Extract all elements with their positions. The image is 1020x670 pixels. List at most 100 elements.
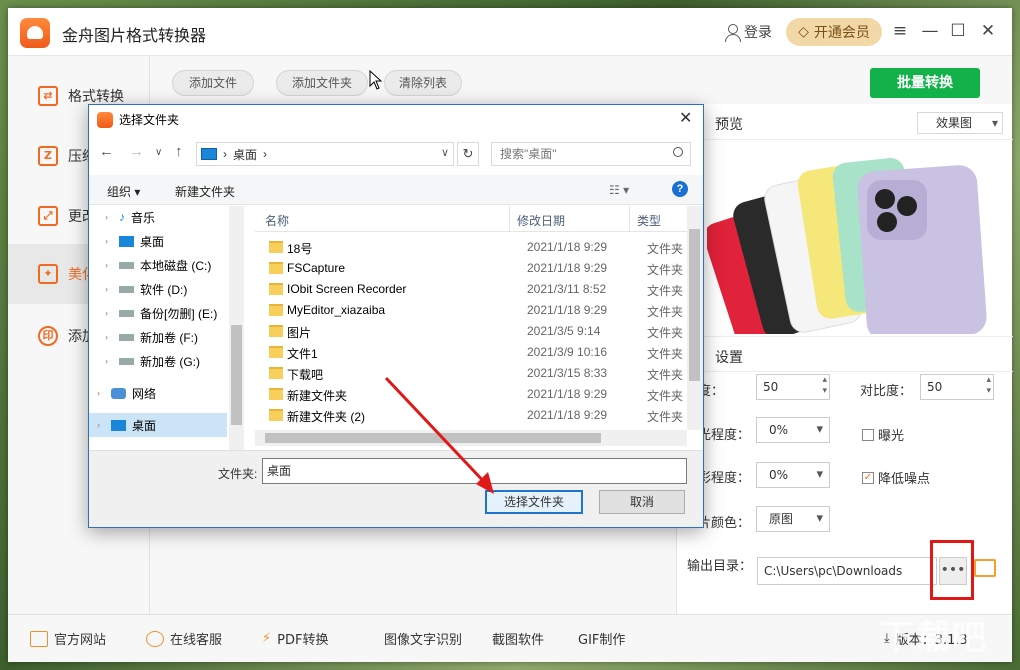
tree-item-desktop-root[interactable]: › 桌面 [97, 414, 217, 436]
footer: 官方网站 在线客服 ⚡ PDF转换 图像文字识别 截图软件 GIF制作 ⤓ 版本… [8, 614, 1012, 662]
add-folder-button[interactable]: 添加文件夹 [276, 70, 368, 96]
denoise-checkbox[interactable]: ✓ 降低噪点 [862, 468, 930, 487]
tree-item-drive-g[interactable]: › 新加卷 (G:) [105, 350, 225, 372]
tree-label: 软件 (D:) [140, 282, 188, 297]
tree-label: 本地磁盘 (C:) [140, 258, 212, 273]
login-button[interactable]: 登录 [724, 22, 772, 42]
chevron-down-icon[interactable]: ∨ [441, 146, 449, 159]
list-item[interactable]: IObit Screen Recorder 2021/3/11 8:52 文件夹 [265, 280, 685, 301]
saturation-label: 彩程度： [698, 471, 751, 486]
menu-icon[interactable]: ≡ [890, 21, 910, 41]
tree-item-drive-c[interactable]: › 本地磁盘 (C:) [105, 254, 225, 276]
color-label: 片颜色： [698, 516, 751, 531]
search-icon [673, 147, 683, 157]
view-icon[interactable]: ☷ ▾ [609, 183, 629, 197]
list-item[interactable]: 文件1 2021/3/9 10:16 文件夹 [265, 343, 685, 364]
watermark-icon: 印 [38, 326, 58, 346]
app-logo-icon [97, 111, 113, 128]
tree-item-drive-f[interactable]: › 新加卷 (F:) [105, 326, 225, 348]
expand-icon: › [105, 212, 108, 222]
footer-gif[interactable]: GIF制作 [578, 629, 625, 648]
up-icon[interactable]: ↑ [175, 143, 183, 160]
footer-pdf[interactable]: ⚡ PDF转换 [262, 629, 328, 648]
tree-item-music[interactable]: › ♪ 音乐 [105, 206, 225, 228]
forward-icon[interactable]: → [129, 143, 144, 160]
file-type: 文件夹 [647, 263, 684, 277]
tree-label: 桌面 [132, 418, 157, 433]
list-item[interactable]: FSCapture 2021/1/18 9:29 文件夹 [265, 259, 685, 280]
file-type: 文件夹 [647, 284, 684, 298]
column-name[interactable]: 名称 [265, 212, 289, 229]
effect-select[interactable]: 效果图 [917, 112, 1003, 134]
file-name: 下载吧 [287, 368, 324, 382]
back-icon[interactable]: ← [99, 143, 114, 160]
nav-tree: › ♪ 音乐 › 桌面 › 本地磁盘 (C:) › 软件 (D:) › 备份[勿… [89, 206, 244, 450]
tree-item-drive-e[interactable]: › 备份[勿删] (E:) [105, 302, 225, 324]
help-icon[interactable]: ? [672, 181, 688, 197]
folder-open-icon[interactable] [974, 559, 996, 577]
address-bar[interactable]: › 桌面 › [196, 142, 454, 166]
minimize-icon[interactable]: — [920, 21, 940, 41]
resize-icon: ⤢ [38, 206, 58, 226]
desktop-icon [119, 235, 134, 247]
tree-label: 新加卷 (G:) [140, 354, 200, 369]
column-date[interactable]: 修改日期 [517, 212, 565, 229]
folder-icon [269, 325, 283, 337]
footer-ocr[interactable]: 图像文字识别 [384, 629, 462, 648]
output-dir-input[interactable]: C:\Users\pc\Downloads [757, 557, 937, 585]
contrast-stepper[interactable]: 50 [920, 374, 994, 400]
cancel-button[interactable]: 取消 [599, 490, 685, 514]
file-name: 新建文件夹 (2) [287, 410, 366, 424]
file-name: FSCapture [287, 261, 346, 275]
list-item[interactable]: 18号 2021/1/18 9:29 文件夹 [265, 238, 685, 259]
tree-label: 网络 [132, 386, 157, 401]
checkbox-box: ✓ [862, 471, 874, 484]
batch-convert-button[interactable]: 批量转换 [870, 68, 980, 98]
tree-scrollbar-thumb[interactable] [231, 325, 242, 425]
footer-label: PDF转换 [277, 633, 329, 648]
file-date: 2021/1/18 9:29 [527, 303, 608, 317]
footer-website[interactable]: 官方网站 [30, 629, 106, 648]
tree-item-network[interactable]: › 网络 [97, 382, 217, 404]
new-folder-button[interactable]: 新建文件夹 [175, 183, 235, 200]
exposure-checkbox[interactable]: 曝光 [862, 425, 904, 444]
search-input[interactable]: 搜索"桌面" [491, 142, 691, 166]
color-select[interactable]: 原图 [756, 506, 830, 532]
address-sep: › [263, 147, 268, 161]
footer-screenshot[interactable]: 截图软件 [492, 629, 544, 648]
footer-service[interactable]: 在线客服 [146, 629, 222, 648]
exposure-degree-select[interactable]: 0% [756, 417, 830, 443]
list-item[interactable]: 图片 2021/3/5 9:14 文件夹 [265, 322, 685, 343]
expand-icon: › [105, 284, 108, 294]
file-name: 18号 [287, 242, 313, 256]
tree-label: 备份[勿删] (E:) [140, 306, 218, 321]
maximize-icon[interactable]: ☐ [948, 21, 968, 41]
tree-label: 桌面 [140, 234, 165, 249]
tree-label: 新加卷 (F:) [140, 330, 198, 345]
list-header: 名称 修改日期 类型 [255, 206, 687, 232]
column-type[interactable]: 类型 [637, 212, 661, 229]
network-icon [111, 387, 126, 399]
tree-item-desktop[interactable]: › 桌面 [105, 230, 225, 252]
expand-icon: › [97, 420, 100, 430]
close-icon[interactable]: ✕ [978, 21, 998, 41]
add-file-button[interactable]: 添加文件 [172, 70, 254, 96]
address-sep: › [223, 147, 227, 161]
recent-dropdown-icon[interactable]: ∨ [155, 147, 162, 158]
list-scrollbar-thumb[interactable] [689, 229, 700, 381]
clear-list-button[interactable]: 清除列表 [384, 70, 462, 96]
tree-item-drive-d[interactable]: › 软件 (D:) [105, 278, 225, 300]
close-icon[interactable]: ✕ [679, 108, 692, 128]
plug-icon: ⚡ [262, 631, 272, 646]
brightness-stepper[interactable]: 50 [756, 374, 830, 400]
vip-button[interactable]: ◇ 开通会员 [786, 18, 882, 46]
folder-icon [269, 262, 283, 274]
refresh-icon[interactable]: ↻ [457, 142, 479, 166]
file-name: MyEditor_xiazaiba [287, 303, 386, 317]
saturation-select[interactable]: 0% [756, 462, 830, 488]
organize-menu[interactable]: 组织 ▾ [107, 183, 140, 200]
exposure-degree-label: 光程度： [698, 428, 751, 443]
convert-icon: ⇄ [38, 86, 58, 106]
list-item[interactable]: MyEditor_xiazaiba 2021/1/18 9:29 文件夹 [265, 301, 685, 322]
app-logo-icon [20, 18, 50, 48]
